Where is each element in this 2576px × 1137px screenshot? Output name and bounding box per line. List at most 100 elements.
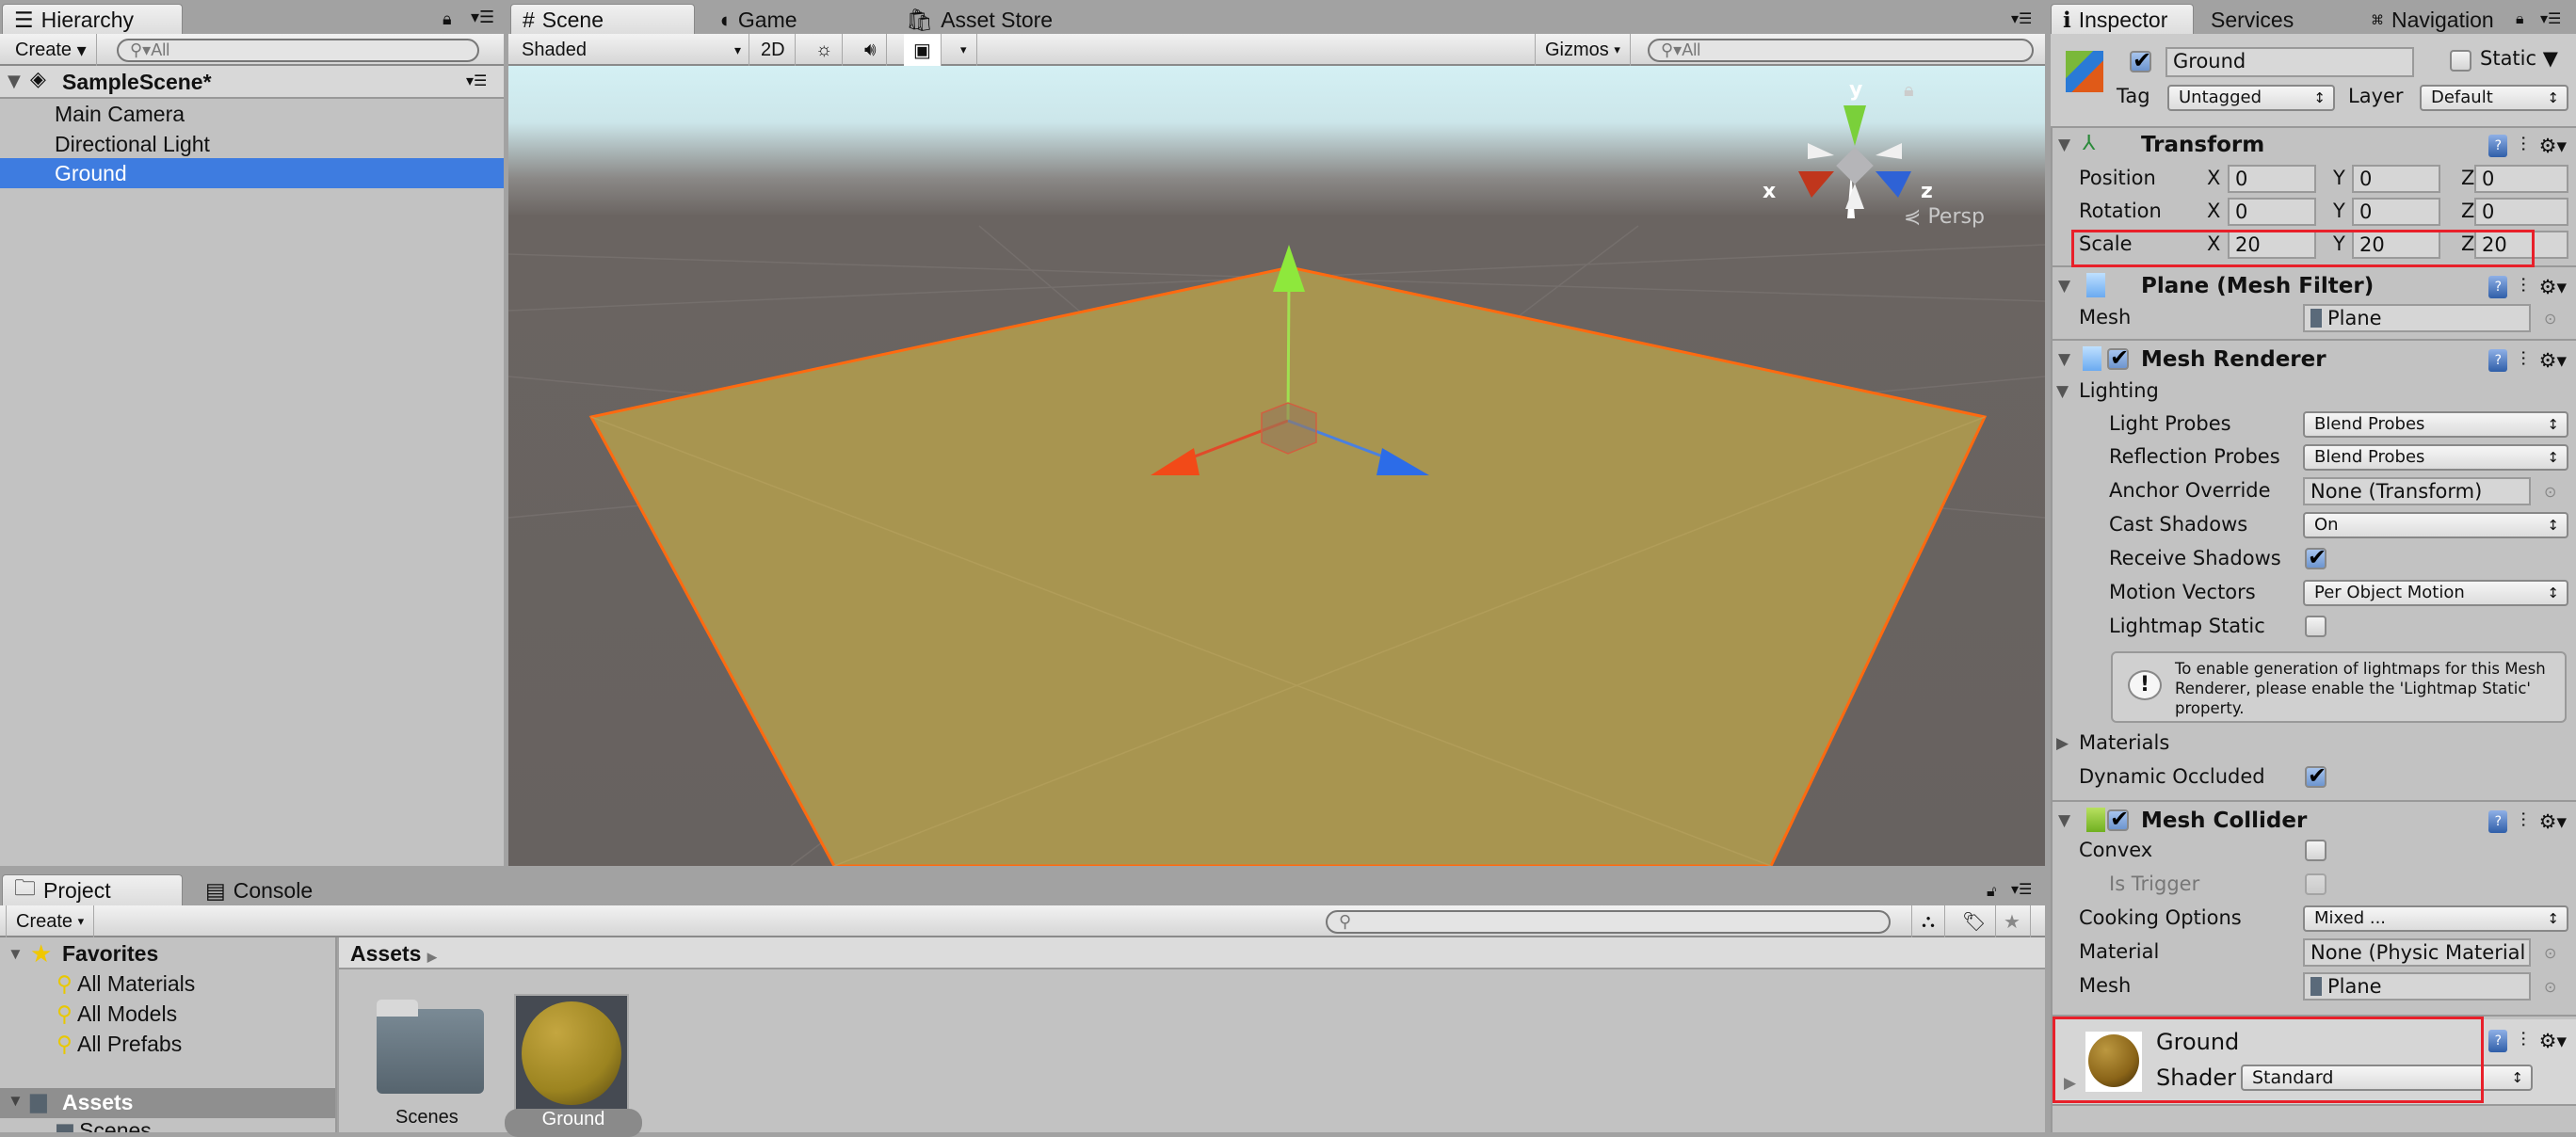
assets-breadcrumb[interactable]: Assets ▶ [339, 937, 2045, 969]
panel-menu-icon[interactable]: ▾☰ [2011, 9, 2032, 27]
gear-icon[interactable]: ⚙▾ [2539, 1030, 2567, 1052]
tab-asset-store[interactable]: 🛍︎ Asset Store [894, 4, 1064, 36]
create-button[interactable]: Create ▾ [6, 34, 97, 66]
tab-navigation[interactable]: ⌘ Navigation [2359, 4, 2505, 36]
projection-toggle[interactable]: ⋞ Persp [1904, 205, 1985, 229]
receive-shadows-checkbox[interactable] [2305, 544, 2326, 570]
cooking-options-dropdown[interactable]: Mixed ... [2303, 905, 2568, 932]
search-by-label-button[interactable]: 🏷︎ [1953, 905, 1997, 937]
object-picker-icon[interactable]: ⊙ [2544, 483, 2556, 501]
tab-game[interactable]: ◖ Game [706, 4, 809, 36]
object-picker-icon[interactable]: ⊙ [2544, 944, 2556, 962]
gizmo-lock-icon[interactable]: 🔒︎ [1904, 78, 1914, 101]
favorite-all-materials[interactable]: ⚲ All Materials [56, 971, 195, 997]
preset-icon[interactable]: ⫶ [2520, 809, 2525, 833]
panel-menu-icon[interactable]: ▾☰ [2540, 9, 2561, 27]
tab-hierarchy[interactable]: ☰ Hierarchy [2, 4, 183, 36]
component-title[interactable]: Mesh Renderer [2141, 347, 2326, 372]
tab-inspector[interactable]: ℹ Inspector [2051, 4, 2194, 36]
expand-triangle-icon[interactable]: ▼ [8, 72, 21, 91]
anchor-field[interactable]: None (Transform) [2303, 477, 2531, 505]
help-icon[interactable]: ? [2488, 134, 2508, 157]
scene-canvas[interactable]: y x z 🔒︎ [508, 66, 2045, 866]
reflection-probes-dropdown[interactable]: Blend Probes [2303, 444, 2568, 471]
audio-toggle[interactable]: 🔊︎ [855, 34, 887, 66]
y-field[interactable]: 0 [2352, 165, 2440, 193]
is-trigger-checkbox[interactable] [2305, 873, 2326, 895]
collapse-triangle-icon[interactable]: ▼ [2058, 136, 2070, 154]
light-probes-dropdown[interactable]: Blend Probes [2303, 411, 2568, 438]
scene-menu-icon[interactable]: ▾☰ [466, 72, 487, 89]
preset-icon[interactable]: ⫶ [2520, 134, 2525, 157]
help-icon[interactable]: ? [2488, 809, 2508, 833]
effects-toggle[interactable]: ▣ [904, 34, 942, 66]
scene-search-input[interactable]: ⚲▾All [1648, 39, 2034, 62]
active-checkbox[interactable] [2130, 47, 2151, 73]
preset-icon[interactable]: ⫶ [2520, 1029, 2525, 1052]
tab-scene[interactable]: # Scene [510, 4, 695, 36]
lighting-toggle[interactable]: ☼ [806, 34, 844, 66]
gear-icon[interactable]: ⚙▾ [2539, 810, 2567, 833]
search-by-type-button[interactable]: ⛬ [1911, 905, 1945, 937]
2d-toggle[interactable]: 2D [751, 34, 796, 66]
gizmos-dropdown[interactable]: Gizmos ▾ [1535, 34, 1631, 66]
panel-menu-icon[interactable]: ▾☰ [471, 8, 494, 27]
tree-item-assets[interactable]: ▼ ▆ Assets [0, 1088, 335, 1118]
object-name-input[interactable]: Ground [2165, 47, 2414, 77]
project-search-input[interactable]: ⚲ [1326, 910, 1891, 934]
favorites-label[interactable]: Favorites [62, 941, 158, 967]
z-field[interactable]: 0 [2474, 165, 2568, 193]
object-picker-icon[interactable]: ⊙ [2544, 310, 2556, 328]
effects-dropdown[interactable]: ▾ [951, 34, 977, 66]
component-title[interactable]: Mesh Collider [2141, 809, 2307, 833]
tab-services[interactable]: Services [2199, 4, 2305, 36]
component-enabled-checkbox[interactable] [2107, 344, 2129, 371]
asset-scenes-label[interactable]: Scenes [395, 1107, 459, 1129]
favorite-all-prefabs[interactable]: ⚲ All Prefabs [56, 1032, 182, 1057]
hierarchy-item-directional-light[interactable]: Directional Light [0, 129, 504, 159]
lock-icon[interactable]: 🔓︎ [1987, 882, 1996, 901]
collapse-triangle-icon[interactable]: ▼ [2058, 277, 2070, 296]
tree-item-scenes[interactable]: ▆ Scenes [56, 1118, 152, 1132]
collapse-triangle-icon[interactable]: ▼ [2058, 350, 2070, 369]
asset-ground-label[interactable]: Ground [505, 1109, 642, 1137]
gameobject-cube-icon[interactable] [2066, 51, 2103, 92]
hierarchy-item-main-camera[interactable]: Main Camera [0, 99, 504, 129]
collapse-triangle-icon[interactable]: ▼ [2058, 811, 2070, 830]
hierarchy-item-ground[interactable]: Ground [0, 158, 504, 188]
mesh-field[interactable]: Plane [2303, 972, 2531, 1001]
preset-icon[interactable]: ⫶ [2520, 275, 2525, 298]
static-checkbox[interactable] [2450, 50, 2471, 72]
layer-dropdown[interactable]: Default [2420, 85, 2568, 111]
expand-triangle-icon[interactable]: ▶ [2056, 734, 2069, 753]
y-field[interactable]: 0 [2352, 198, 2440, 226]
shading-mode-dropdown[interactable]: Shaded ▾ [512, 34, 749, 66]
dynamic-occluded-checkbox[interactable] [2305, 762, 2326, 789]
help-icon[interactable]: ? [2488, 275, 2508, 298]
cast-shadows-dropdown[interactable]: On [2303, 512, 2568, 538]
lock-icon[interactable]: 🔒︎ [2516, 9, 2524, 28]
z-field[interactable]: 0 [2474, 198, 2568, 226]
expand-triangle-icon[interactable]: ▼ [8, 945, 24, 964]
help-icon[interactable]: ? [2488, 348, 2508, 372]
tab-project[interactable]: 🗀 Project [2, 874, 183, 906]
physic-material-field[interactable]: None (Physic Material [2303, 938, 2531, 967]
x-field[interactable]: 0 [2228, 198, 2316, 226]
panel-menu-icon[interactable]: ▾☰ [2011, 880, 2032, 898]
object-picker-icon[interactable]: ⊙ [2544, 978, 2556, 996]
component-enabled-checkbox[interactable] [2107, 806, 2129, 832]
favorites-button[interactable]: ★ [1994, 905, 2031, 937]
gear-icon[interactable]: ⚙▾ [2539, 135, 2567, 157]
lightmap-static-checkbox[interactable] [2305, 616, 2326, 637]
tag-dropdown[interactable]: Untagged [2167, 85, 2335, 111]
tab-console[interactable]: ▤ Console [194, 874, 324, 906]
convex-checkbox[interactable] [2305, 840, 2326, 861]
center-handle[interactable] [1261, 402, 1317, 455]
collapse-triangle-icon[interactable]: ▼ [2056, 382, 2069, 401]
mesh-field[interactable]: Plane [2303, 304, 2531, 332]
component-title[interactable]: Plane (Mesh Filter) [2141, 274, 2374, 298]
scene-viewport[interactable]: y x z 🔒︎ ⋞ Persp [508, 66, 2045, 866]
folder-icon[interactable] [377, 1009, 484, 1094]
component-title[interactable]: Transform [2141, 133, 2264, 157]
hierarchy-search-input[interactable]: ⚲▾All [117, 39, 479, 62]
